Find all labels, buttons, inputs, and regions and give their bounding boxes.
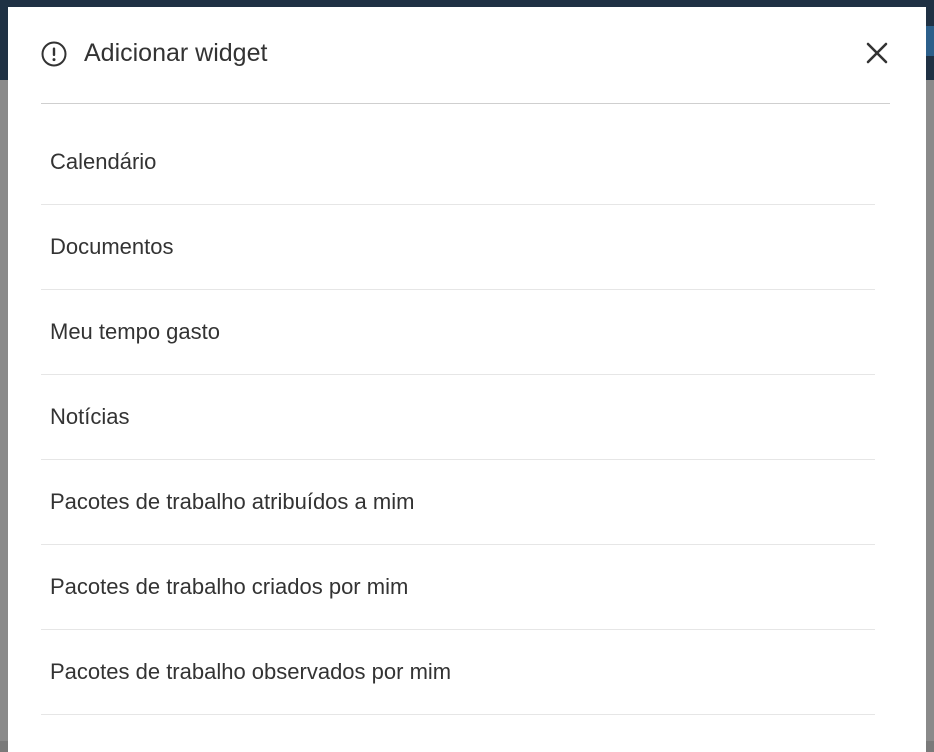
widget-item-label: Calendário (50, 148, 157, 174)
widget-item-label: Pacotes de trabalho atribuídos a mim (50, 489, 415, 514)
widget-item-label: Notícias (50, 404, 130, 429)
widget-item-pacotes-observados[interactable]: Pacotes de trabalho observados por mim (41, 630, 875, 715)
widget-item-meu-tempo-gasto[interactable]: Meu tempo gasto (41, 290, 875, 375)
widget-item-label: Pacotes de trabalho criados por mim (50, 574, 409, 599)
widget-item-label: Meu tempo gasto (50, 319, 220, 344)
modal-title: Adicionar widget (84, 39, 268, 67)
widget-item-documentos[interactable]: Documentos (41, 205, 875, 290)
widget-item-noticias[interactable]: Notícias (41, 375, 875, 460)
close-icon[interactable] (864, 40, 890, 66)
modal-header: Adicionar widget (41, 7, 890, 104)
widget-item-label: Documentos (50, 234, 174, 259)
info-circle-icon (41, 41, 67, 67)
widget-item-label: Pacotes de trabalho observados por mim (50, 659, 452, 684)
widget-list: Calendário Documentos Meu tempo gasto No… (41, 119, 875, 715)
widget-item-calendario[interactable]: Calendário (41, 119, 875, 205)
widget-item-pacotes-atribuidos[interactable]: Pacotes de trabalho atribuídos a mim (41, 460, 875, 545)
widget-item-pacotes-criados[interactable]: Pacotes de trabalho criados por mim (41, 545, 875, 630)
add-widget-modal: Adicionar widget Calendário Documentos M… (8, 7, 926, 752)
